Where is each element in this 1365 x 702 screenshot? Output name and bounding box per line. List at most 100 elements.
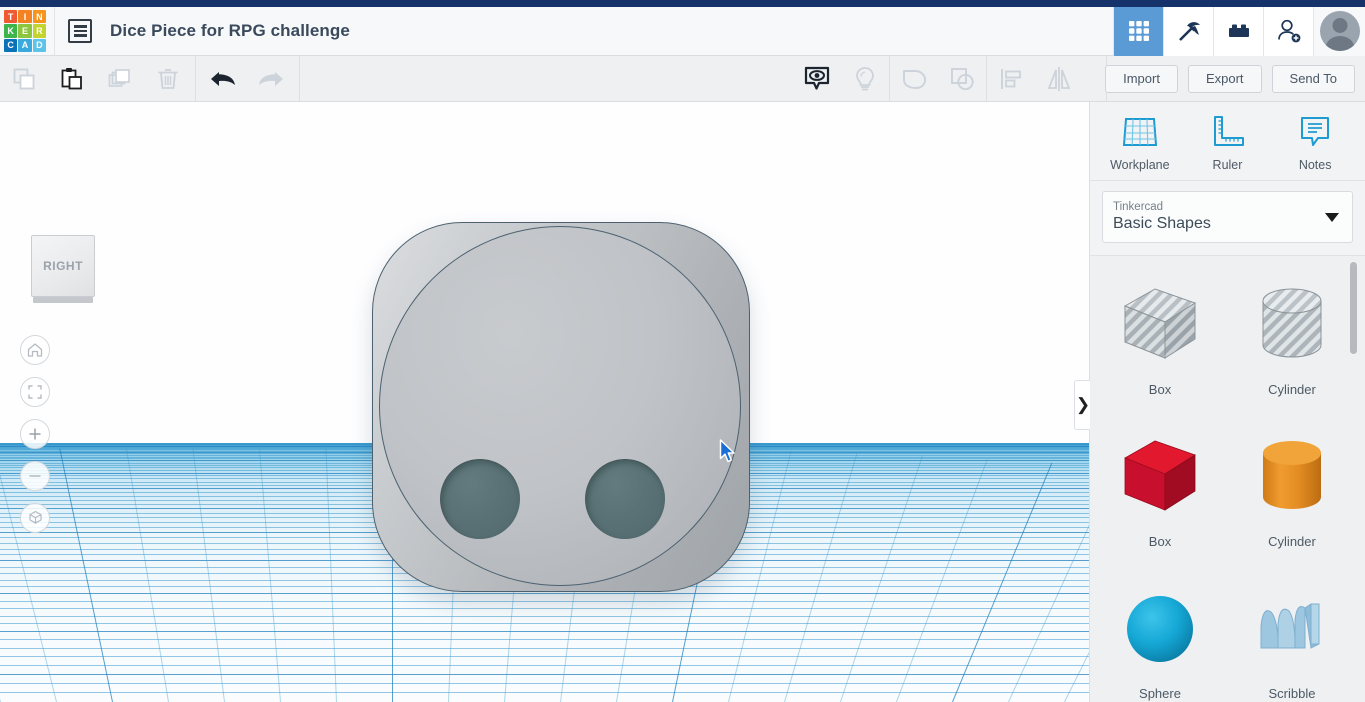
workplane-tool[interactable]: Workplane (1103, 114, 1177, 172)
shape-item-solid-box[interactable]: Box (1098, 422, 1222, 574)
shapes-gallery[interactable]: Box Cylinder Box Cylinder Sphere Scribbl… (1090, 255, 1365, 702)
visibility-button[interactable] (793, 56, 841, 101)
invite-button[interactable] (1263, 6, 1313, 56)
align-button[interactable] (987, 56, 1035, 101)
logo-tile-c: C (4, 38, 18, 52)
toolbar-io-group: Import Export Send To (1105, 56, 1355, 101)
die-pip-1 (440, 459, 520, 539)
grid-line-vertical (952, 462, 1053, 702)
paste-icon (61, 67, 82, 89)
perspective-toggle-icon (28, 510, 42, 524)
workplane-label: Workplane (1110, 158, 1170, 172)
shapes-row-2: Box Cylinder (1090, 422, 1365, 574)
list-line-2 (73, 29, 87, 33)
shape-item-scribble[interactable]: Scribble (1230, 574, 1354, 702)
solid-box-icon (1124, 440, 1196, 511)
view-cube[interactable]: RIGHT (31, 235, 95, 303)
redo-arrow-icon (259, 71, 283, 86)
sphere-icon (1127, 596, 1193, 662)
die-face (379, 226, 741, 586)
solid-cylinder-icon (1263, 441, 1321, 509)
shape-label: Box (1148, 534, 1172, 549)
account-avatar-button[interactable] (1313, 6, 1365, 56)
view-cube-face-label: RIGHT (31, 235, 95, 297)
hole-cylinder-icon (1262, 288, 1322, 358)
shape-label: Cylinder (1268, 534, 1316, 549)
notes-label: Notes (1298, 158, 1332, 172)
shape-item-hole-cylinder[interactable]: Cylinder (1230, 270, 1354, 422)
send-to-button[interactable]: Send To (1271, 64, 1355, 93)
grid-line-vertical (59, 448, 114, 702)
tinkercad-logo[interactable]: T I N K E R C A D (4, 10, 46, 52)
zoom-in-icon (29, 428, 41, 440)
delete-button[interactable] (144, 56, 192, 101)
hole-cylinder-thumb (1249, 270, 1335, 380)
panel-collapse-button[interactable]: ❯ (1074, 380, 1091, 430)
page-title[interactable]: Dice Piece for RPG challenge (110, 21, 350, 41)
mirror-button[interactable] (1035, 56, 1083, 101)
redo-button[interactable] (247, 56, 295, 101)
logo-tile-a: A (18, 38, 32, 52)
avatar (1319, 11, 1360, 51)
toolbar-separator-1 (195, 56, 196, 101)
mirror-icon (1047, 66, 1071, 91)
duplicate-icon (108, 68, 130, 87)
scribble-thumb (1249, 574, 1335, 684)
3d-viewport[interactable]: RIGHT (0, 102, 1089, 702)
hint-button[interactable] (841, 56, 889, 101)
solid-cylinder-thumb (1249, 422, 1335, 532)
shapes-scrollbar-track[interactable] (1350, 258, 1361, 698)
hole-box-icon (1123, 288, 1197, 359)
paste-button[interactable] (48, 56, 96, 101)
zoom-in-button[interactable] (20, 419, 50, 449)
export-button[interactable]: Export (1187, 64, 1262, 93)
fit-to-view-button[interactable] (20, 377, 50, 407)
app-header: T I N K E R C A D Dice Piece for RPG cha… (0, 6, 1365, 56)
shape-label: Sphere (1139, 686, 1181, 701)
shape-library-select[interactable]: Tinkercad Basic Shapes (1102, 191, 1353, 243)
ruler-tool[interactable]: Ruler (1190, 114, 1264, 172)
undo-button[interactable] (199, 56, 247, 101)
align-icon (1001, 68, 1021, 89)
delete-trash-icon (158, 68, 178, 89)
grid-line-horizontal (0, 683, 1089, 685)
solid-shape-button[interactable] (890, 56, 938, 101)
visibility-eye-icon (804, 66, 830, 90)
logo-tile-i: I (18, 10, 32, 24)
brick-icon (1228, 24, 1249, 37)
shape-item-hole-box[interactable]: Box (1098, 270, 1222, 422)
scribble-icon (1260, 603, 1320, 649)
dice-model[interactable] (372, 222, 750, 592)
import-button[interactable]: Import (1105, 64, 1178, 93)
bricks-button[interactable] (1213, 6, 1263, 56)
notes-icon (1301, 117, 1330, 146)
grid-line-horizontal (0, 665, 1089, 666)
shape-item-sphere[interactable]: Sphere (1098, 574, 1222, 702)
fit-to-view-icon (28, 385, 42, 399)
library-source-label: Tinkercad (1113, 201, 1164, 213)
notes-tool[interactable]: Notes (1278, 114, 1352, 172)
gallery-grid-button[interactable] (1113, 6, 1163, 56)
codeblocks-button[interactable] (1163, 6, 1213, 56)
shape-label: Cylinder (1268, 382, 1316, 397)
home-view-button[interactable] (20, 335, 50, 365)
logo-tile-n: N (32, 10, 46, 24)
group-button[interactable] (938, 56, 986, 101)
lightbulb-icon (856, 66, 874, 90)
shapes-row-1: Box Cylinder (1090, 270, 1365, 422)
codeblocks-pickaxe-icon (1178, 22, 1200, 41)
zoom-out-button[interactable] (20, 461, 50, 491)
panel-tools: Workplane Ruler Notes (1090, 102, 1365, 181)
home-view-icon (27, 343, 43, 357)
duplicate-button[interactable] (96, 56, 144, 101)
perspective-toggle-button[interactable] (20, 503, 50, 533)
shape-item-solid-cylinder[interactable]: Cylinder (1230, 422, 1354, 574)
project-list-icon[interactable] (68, 19, 92, 43)
toolbar-edit-group (0, 56, 300, 101)
copy-button[interactable] (0, 56, 48, 101)
hole-box-thumb (1117, 270, 1203, 380)
grid-line-horizontal (0, 692, 1089, 694)
solid-box-thumb (1117, 422, 1203, 532)
shapes-scrollbar-thumb[interactable] (1350, 262, 1357, 354)
workplane-icon (1122, 118, 1157, 146)
